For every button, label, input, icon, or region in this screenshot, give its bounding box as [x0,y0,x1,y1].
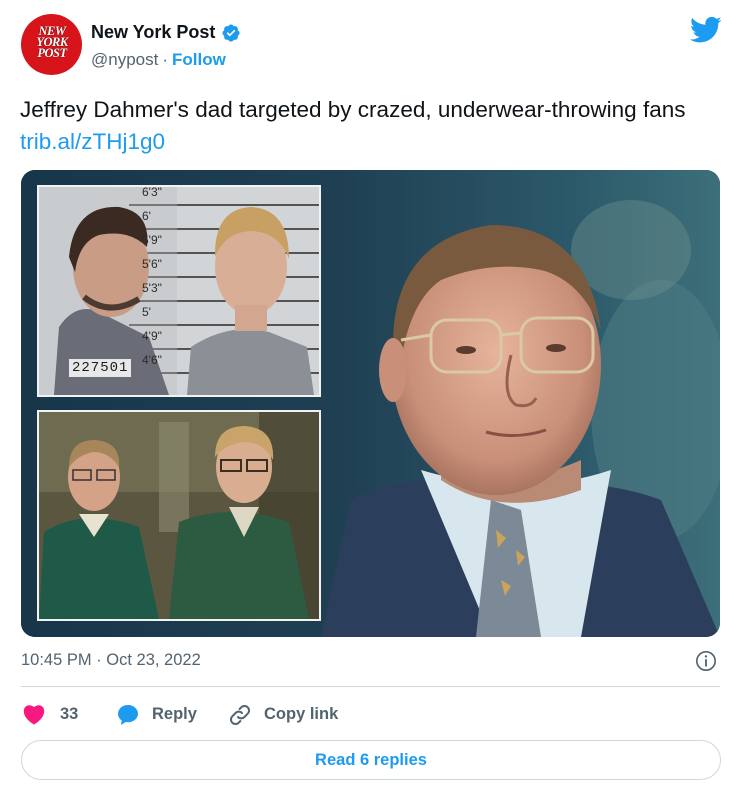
height-mark: 5'9" [142,233,162,247]
info-icon[interactable] [695,650,717,672]
account-name[interactable]: New York Post [91,22,215,43]
reply-button[interactable]: Reply [152,705,197,724]
height-mark: 5'3" [142,281,162,295]
avatar[interactable]: NEW YORK POST [21,14,82,75]
tweet-text: Jeffrey Dahmer's dad targeted by crazed,… [20,94,720,158]
verified-badge-icon [222,24,240,42]
twitter-bird-icon[interactable] [690,16,722,44]
like-count[interactable]: 33 [60,705,78,724]
divider [21,686,720,687]
nypost-logo: NEW YORK POST [36,24,68,60]
follow-button[interactable]: Follow [172,50,226,69]
height-mark: 6'3" [142,185,162,199]
copy-link-button[interactable]: Copy link [264,705,338,724]
height-mark: 5'6" [142,257,162,271]
height-mark: 4'9" [142,329,162,343]
interview-photo [37,410,321,621]
tweet-body: Jeffrey Dahmer's dad targeted by crazed,… [20,97,686,122]
account-handle-line: @nypost · Follow [91,50,226,70]
account-handle[interactable]: @nypost [91,50,158,69]
heart-icon[interactable] [22,703,46,725]
mugshot-number: 227501 [69,359,132,377]
height-mark: 6' [142,209,151,223]
tweet-timestamp[interactable]: 10:45 PM · Oct 23, 2022 [21,651,201,670]
height-mark: 4'6" [142,353,162,367]
mugshot-photo: 227501 6'3" 6' 5'9" 5'6" 5'3" 5' 4'9" 4'… [37,185,321,397]
tweet-media[interactable]: 227501 6'3" 6' 5'9" 5'6" 5'3" 5' 4'9" 4'… [21,170,720,637]
tweet-link[interactable]: trib.al/zTHj1g0 [20,129,165,154]
reply-bubble-icon[interactable] [116,703,140,727]
separator-dot: · [162,50,169,69]
link-icon[interactable] [228,703,252,727]
read-replies-button[interactable]: Read 6 replies [21,740,721,780]
height-mark: 5' [142,305,151,319]
